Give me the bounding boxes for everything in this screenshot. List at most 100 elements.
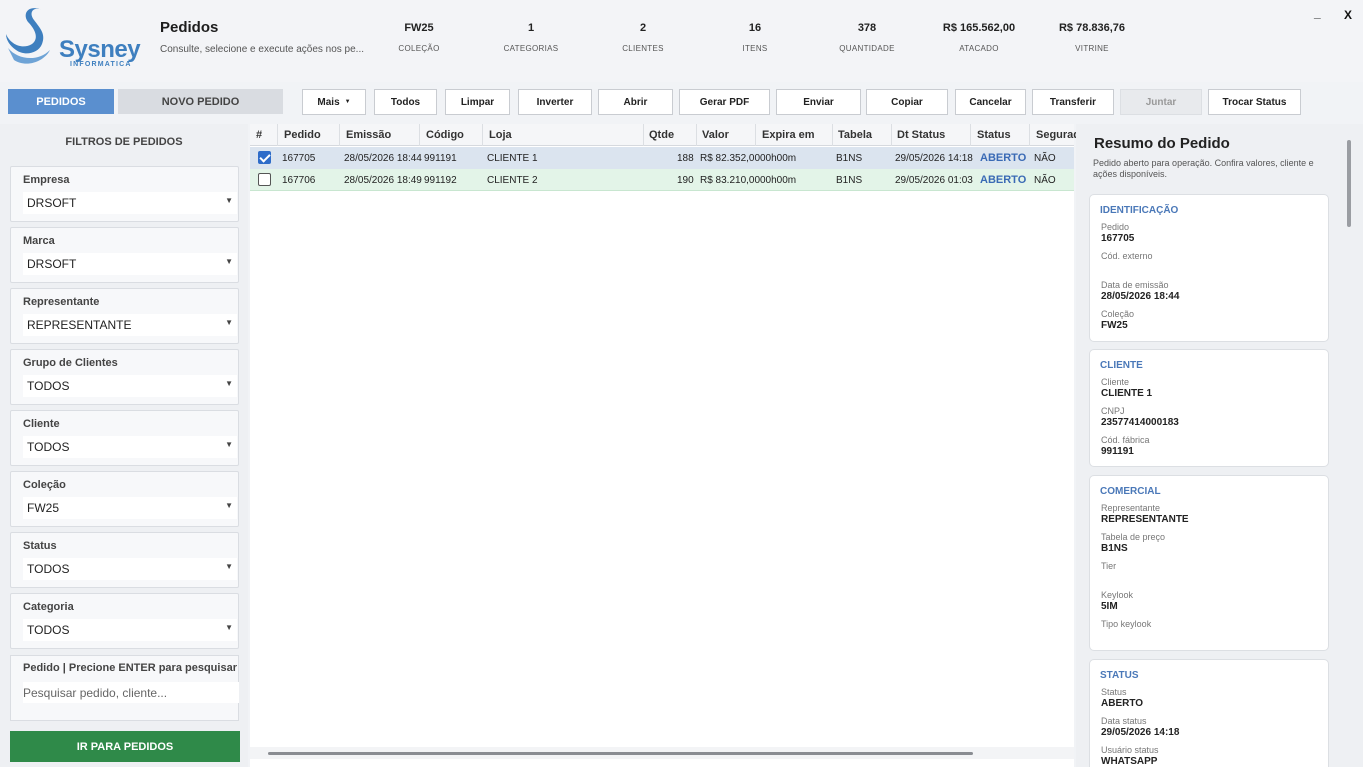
vertical-scrollbar[interactable] <box>1347 140 1351 227</box>
row-checkbox[interactable] <box>258 173 271 186</box>
abrir-button[interactable]: Abrir <box>598 89 673 115</box>
marca-select[interactable]: DRSOFT ▼ <box>23 253 237 275</box>
app-header: Sysney INFORMATICA Pedidos Consulte, sel… <box>0 0 1363 82</box>
filter-empresa: Empresa DRSOFT ▼ <box>10 166 239 222</box>
todos-button[interactable]: Todos <box>374 89 437 115</box>
stat-vitrine: R$ 78.836,76 VITRINE <box>1058 22 1126 53</box>
field-representante: Representante REPRESENTANTE <box>1101 503 1189 525</box>
filter-label: Status <box>23 540 57 552</box>
search-label: Pedido | Precione ENTER para pesquisar <box>23 662 237 674</box>
select-value: DRSOFT <box>27 257 77 271</box>
filter-representante: Representante REPRESENTANTE ▼ <box>10 288 239 344</box>
filter-categoria: Categoria TODOS ▼ <box>10 593 239 649</box>
field-status: Status ABERTO <box>1101 687 1144 709</box>
card-title: STATUS <box>1100 670 1139 681</box>
col-pedido[interactable]: Pedido <box>284 129 321 141</box>
dropdown-arrow-icon: ▼ <box>225 379 233 388</box>
mais-button[interactable]: Mais ▼ <box>302 89 366 115</box>
cell-pedido: 167706 <box>282 175 316 186</box>
col-codigo[interactable]: Código <box>426 129 464 141</box>
scrollbar-thumb[interactable] <box>268 752 973 755</box>
col-emissao[interactable]: Emissão <box>346 129 391 141</box>
col-tabela[interactable]: Tabela <box>838 129 872 141</box>
pedido-search-box: Pedido | Precione ENTER para pesquisar <box>10 655 239 721</box>
tab-novo-pedido[interactable]: NOVO PEDIDO <box>118 89 283 114</box>
trocar-status-button[interactable]: Trocar Status <box>1208 89 1301 115</box>
page-subtitle: Consulte, selecione e execute ações nos … <box>160 44 365 55</box>
field-tabela-preco: Tabela de preço B1NS <box>1101 532 1166 554</box>
horizontal-scrollbar[interactable] <box>250 747 1074 759</box>
cell-qtde: 190 <box>677 175 694 186</box>
card-identificacao: IDENTIFICAÇÃO Pedido 167705 Cód. externo … <box>1089 194 1329 342</box>
select-value: DRSOFT <box>27 196 77 210</box>
select-value: TODOS <box>27 623 70 637</box>
status-select[interactable]: TODOS ▼ <box>23 558 237 580</box>
select-value: REPRESENTANTE <box>27 318 132 332</box>
table-row[interactable]: 167706 28/05/2026 18:49 991192 CLIENTE 2… <box>250 169 1074 191</box>
cancelar-button[interactable]: Cancelar <box>955 89 1026 115</box>
card-status: STATUS Status ABERTO Data status 29/05/202… <box>1089 659 1329 767</box>
page-title: Pedidos <box>160 19 219 36</box>
filter-label: Empresa <box>23 174 70 186</box>
col-expira[interactable]: Expira em <box>762 129 815 141</box>
empresa-select[interactable]: DRSOFT ▼ <box>23 192 237 214</box>
cell-loja: CLIENTE 2 <box>487 175 538 186</box>
select-value: TODOS <box>27 440 70 454</box>
col-valor[interactable]: Valor <box>702 129 729 141</box>
cliente-select[interactable]: TODOS ▼ <box>23 436 237 458</box>
tab-pedidos[interactable]: PEDIDOS <box>8 89 114 114</box>
filter-colecao: Coleção FW25 ▼ <box>10 471 239 527</box>
colecao-select[interactable]: FW25 ▼ <box>23 497 237 519</box>
filter-grupo-clientes: Grupo de Clientes TODOS ▼ <box>10 349 239 405</box>
cell-emissao: 28/05/2026 18:44 <box>344 153 422 164</box>
inverter-button[interactable]: Inverter <box>518 89 592 115</box>
cell-status: ABERTO <box>980 174 1027 186</box>
filter-label: Cliente <box>23 418 60 430</box>
grupo-clientes-select[interactable]: TODOS ▼ <box>23 375 237 397</box>
stat-colecao: FW25 COLEÇÃO <box>398 22 440 53</box>
field-colecao: Coleção FW25 <box>1101 309 1135 331</box>
logo-subtext: INFORMATICA <box>70 61 132 68</box>
mais-label: Mais <box>317 96 340 108</box>
stat-clientes: 2 CLIENTES <box>622 22 664 53</box>
order-summary-panel: Resumo do Pedido Pedido aberto para oper… <box>1076 124 1363 767</box>
field-tipo-keylook: Tipo keylook <box>1101 619 1152 629</box>
table-row[interactable]: 167705 28/05/2026 18:44 991191 CLIENTE 1… <box>250 147 1074 169</box>
limpar-button[interactable]: Limpar <box>445 89 510 115</box>
row-checkbox[interactable] <box>258 151 271 164</box>
stat-quantidade: 378 QUANTIDADE <box>839 22 895 53</box>
field-data-status: Data status 29/05/2026 14:18 <box>1101 716 1180 738</box>
col-segurado[interactable]: Segurad <box>1036 129 1080 141</box>
cell-status: ABERTO <box>980 152 1027 164</box>
col-dt-status[interactable]: Dt Status <box>897 129 945 141</box>
dropdown-arrow-icon: ▼ <box>225 196 233 205</box>
filter-label: Grupo de Clientes <box>23 357 118 369</box>
minimize-button[interactable]: _ <box>1314 6 1321 20</box>
col-loja[interactable]: Loja <box>489 129 512 141</box>
cell-emissao: 28/05/2026 18:49 <box>344 175 422 186</box>
categoria-select[interactable]: TODOS ▼ <box>23 619 237 641</box>
select-value: FW25 <box>27 501 60 515</box>
ir-para-pedidos-button[interactable]: IR PARA PEDIDOS <box>10 731 240 762</box>
logo-text: Sysney <box>59 36 141 63</box>
stat-atacado: R$ 165.562,00 ATACADO <box>942 22 1016 53</box>
col-status[interactable]: Status <box>977 129 1011 141</box>
cell-valor: R$ 82.352,00 <box>700 153 761 164</box>
transferir-button[interactable]: Transferir <box>1032 89 1114 115</box>
swan-icon <box>6 8 50 64</box>
table-header: # Pedido Emissão Código Loja Qtde Valor … <box>250 124 1080 146</box>
gerar-pdf-button[interactable]: Gerar PDF <box>679 89 770 115</box>
enviar-button[interactable]: Enviar <box>776 89 861 115</box>
copiar-button[interactable]: Copiar <box>866 89 948 115</box>
close-button[interactable]: X <box>1344 8 1352 22</box>
cell-segurado: NÃO <box>1034 175 1056 186</box>
col-qtde[interactable]: Qtde <box>649 129 674 141</box>
representante-select[interactable]: REPRESENTANTE ▼ <box>23 314 237 336</box>
field-pedido: Pedido 167705 <box>1101 222 1135 244</box>
juntar-button[interactable]: Juntar <box>1120 89 1202 115</box>
card-comercial: COMERCIAL Representante REPRESENTANTE Tab… <box>1089 475 1329 651</box>
col-select[interactable]: # <box>256 129 262 141</box>
cell-dt-status: 29/05/2026 14:18 <box>895 153 973 164</box>
pedido-search-input[interactable] <box>23 682 239 703</box>
cell-expira: 00h00m <box>760 153 797 164</box>
